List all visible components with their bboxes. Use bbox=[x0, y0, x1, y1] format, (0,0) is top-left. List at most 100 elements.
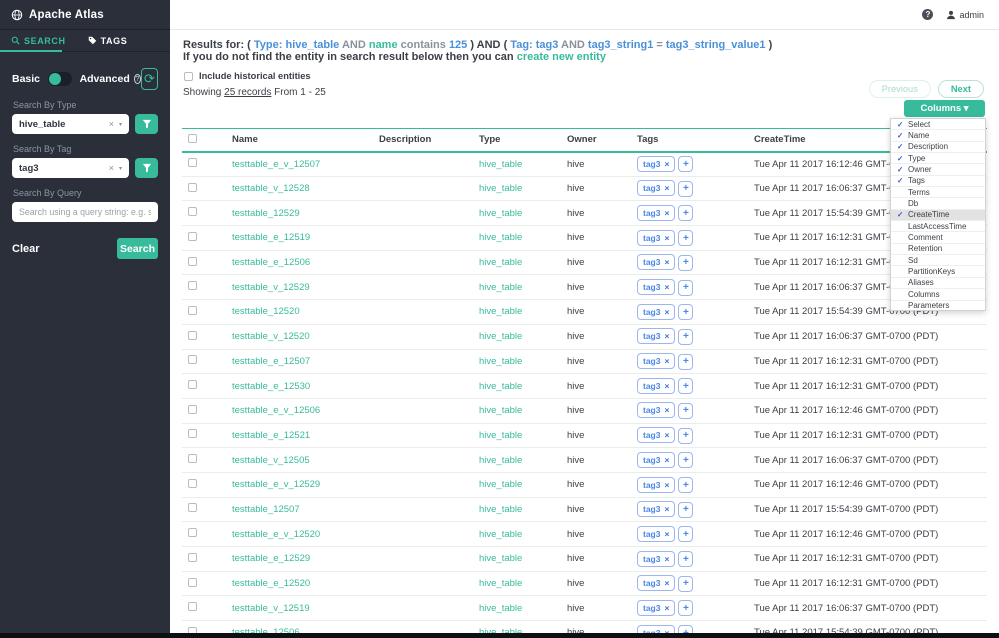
include-historical-checkbox[interactable] bbox=[184, 72, 193, 81]
entity-type-link[interactable]: hive_table bbox=[479, 455, 522, 466]
add-tag-button[interactable]: + bbox=[678, 304, 693, 320]
row-checkbox[interactable] bbox=[188, 355, 197, 364]
tag-badge[interactable]: tag3× bbox=[637, 402, 675, 418]
add-tag-button[interactable]: + bbox=[678, 452, 693, 468]
entity-name-link[interactable]: testtable_v_12529 bbox=[232, 282, 310, 293]
entity-name-link[interactable]: testtable_12520 bbox=[232, 306, 300, 317]
entity-type-link[interactable]: hive_table bbox=[479, 430, 522, 441]
row-checkbox[interactable] bbox=[188, 232, 197, 241]
tag-badge[interactable]: tag3× bbox=[637, 501, 675, 517]
tag-filter-button[interactable] bbox=[135, 158, 158, 178]
entity-type-link[interactable]: hive_table bbox=[479, 504, 522, 515]
entity-name-link[interactable]: testtable_e_12521 bbox=[232, 430, 310, 441]
columns-menu-item[interactable]: Parameters bbox=[891, 301, 985, 312]
add-tag-button[interactable]: + bbox=[678, 378, 693, 394]
entity-type-link[interactable]: hive_table bbox=[479, 232, 522, 243]
entity-type-link[interactable]: hive_table bbox=[479, 356, 522, 367]
entity-name-link[interactable]: testtable_e_v_12529 bbox=[232, 479, 320, 490]
column-header-name[interactable]: Name bbox=[228, 129, 375, 152]
advanced-help-icon[interactable]: ? bbox=[134, 74, 141, 84]
entity-name-link[interactable]: testtable_v_12528 bbox=[232, 183, 310, 194]
entity-name-link[interactable]: testtable_v_12519 bbox=[232, 603, 310, 614]
entity-type-link[interactable]: hive_table bbox=[479, 257, 522, 268]
entity-type-link[interactable]: hive_table bbox=[479, 405, 522, 416]
add-tag-button[interactable]: + bbox=[678, 280, 693, 296]
columns-menu-item[interactable]: ✓Tags bbox=[891, 176, 985, 187]
entity-type-link[interactable]: hive_table bbox=[479, 529, 522, 540]
tag-remove-icon[interactable]: × bbox=[664, 282, 669, 292]
add-tag-button[interactable]: + bbox=[678, 428, 693, 444]
tag-select[interactable]: tag3 × ▾ bbox=[12, 158, 129, 178]
entity-type-link[interactable]: hive_table bbox=[479, 183, 522, 194]
type-clear-icon[interactable]: × bbox=[109, 119, 114, 129]
records-link[interactable]: 25 records bbox=[224, 87, 271, 98]
entity-name-link[interactable]: testtable_e_v_12507 bbox=[232, 159, 320, 170]
entity-type-link[interactable]: hive_table bbox=[479, 381, 522, 392]
create-new-entity-link[interactable]: create new entity bbox=[517, 51, 606, 63]
entity-type-link[interactable]: hive_table bbox=[479, 306, 522, 317]
tag-badge[interactable]: tag3× bbox=[637, 254, 675, 270]
tag-remove-icon[interactable]: × bbox=[664, 554, 669, 564]
tag-remove-icon[interactable]: × bbox=[664, 405, 669, 415]
tag-badge[interactable]: tag3× bbox=[637, 427, 675, 443]
columns-menu-item[interactable]: Comment bbox=[891, 232, 985, 243]
entity-name-link[interactable]: testtable_e_v_12506 bbox=[232, 405, 320, 416]
entity-type-link[interactable]: hive_table bbox=[479, 479, 522, 490]
columns-menu-item[interactable]: PartitionKeys bbox=[891, 266, 985, 277]
columns-menu-item[interactable]: LastAccessTime bbox=[891, 221, 985, 232]
columns-menu-item[interactable]: Db bbox=[891, 198, 985, 209]
entity-type-link[interactable]: hive_table bbox=[479, 282, 522, 293]
add-tag-button[interactable]: + bbox=[678, 477, 693, 493]
row-checkbox[interactable] bbox=[188, 331, 197, 340]
row-checkbox[interactable] bbox=[188, 553, 197, 562]
entity-type-link[interactable]: hive_table bbox=[479, 331, 522, 342]
columns-menu-item[interactable]: Retention bbox=[891, 244, 985, 255]
row-checkbox[interactable] bbox=[188, 158, 197, 167]
tag-badge[interactable]: tag3× bbox=[637, 180, 675, 196]
tag-badge[interactable]: tag3× bbox=[637, 551, 675, 567]
tab-search[interactable]: SEARCH bbox=[0, 30, 77, 51]
column-header-tags[interactable]: Tags bbox=[633, 129, 750, 152]
add-tag-button[interactable]: + bbox=[678, 403, 693, 419]
add-tag-button[interactable]: + bbox=[678, 181, 693, 197]
tag-badge[interactable]: tag3× bbox=[637, 477, 675, 493]
columns-dropdown-button[interactable]: Columns ▾ bbox=[904, 100, 985, 117]
tag-badge[interactable]: tag3× bbox=[637, 304, 675, 320]
tag-remove-icon[interactable]: × bbox=[664, 356, 669, 366]
tag-badge[interactable]: tag3× bbox=[637, 378, 675, 394]
columns-menu-item[interactable]: Columns bbox=[891, 289, 985, 300]
tag-badge[interactable]: tag3× bbox=[637, 452, 675, 468]
add-tag-button[interactable]: + bbox=[678, 576, 693, 592]
columns-menu-item[interactable]: ✓Owner bbox=[891, 164, 985, 175]
tag-remove-icon[interactable]: × bbox=[664, 480, 669, 490]
tag-remove-icon[interactable]: × bbox=[664, 504, 669, 514]
row-checkbox[interactable] bbox=[188, 528, 197, 537]
tag-badge[interactable]: tag3× bbox=[637, 328, 675, 344]
tag-badge[interactable]: tag3× bbox=[637, 279, 675, 295]
row-checkbox[interactable] bbox=[188, 380, 197, 389]
columns-menu-item[interactable]: ✓Name bbox=[891, 130, 985, 141]
add-tag-button[interactable]: + bbox=[678, 502, 693, 518]
tag-remove-icon[interactable]: × bbox=[664, 257, 669, 267]
entity-name-link[interactable]: testtable_e_12529 bbox=[232, 553, 310, 564]
columns-menu-item[interactable]: Terms bbox=[891, 187, 985, 198]
row-checkbox[interactable] bbox=[188, 257, 197, 266]
tag-clear-icon[interactable]: × bbox=[109, 163, 114, 173]
tag-remove-icon[interactable]: × bbox=[664, 233, 669, 243]
tag-badge[interactable]: tag3× bbox=[637, 353, 675, 369]
tag-remove-icon[interactable]: × bbox=[664, 381, 669, 391]
clear-button[interactable]: Clear bbox=[12, 243, 40, 255]
tag-remove-icon[interactable]: × bbox=[664, 307, 669, 317]
entity-name-link[interactable]: testtable_v_12520 bbox=[232, 331, 310, 342]
query-input[interactable] bbox=[12, 202, 158, 222]
add-tag-button[interactable]: + bbox=[678, 156, 693, 172]
column-header-type[interactable]: Type bbox=[475, 129, 563, 152]
next-page-button[interactable]: Next bbox=[938, 80, 984, 98]
add-tag-button[interactable]: + bbox=[678, 551, 693, 567]
row-checkbox[interactable] bbox=[188, 602, 197, 611]
entity-name-link[interactable]: testtable_e_12530 bbox=[232, 381, 310, 392]
columns-menu-item[interactable]: ✓Type bbox=[891, 153, 985, 164]
previous-page-button[interactable]: Previous bbox=[869, 80, 931, 98]
entity-name-link[interactable]: testtable_e_v_12520 bbox=[232, 529, 320, 540]
tag-badge[interactable]: tag3× bbox=[637, 230, 675, 246]
